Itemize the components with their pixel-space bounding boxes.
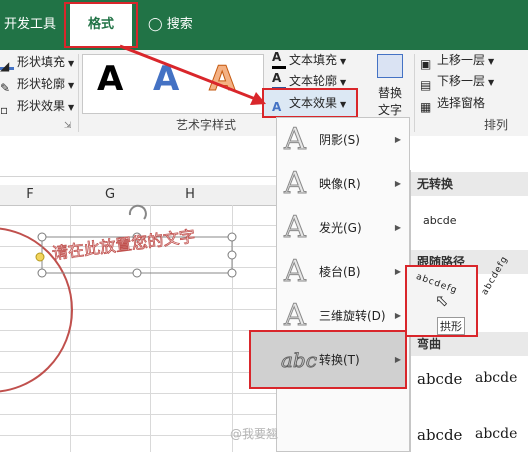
warp-option-3[interactable]: abcde: [417, 426, 462, 444]
reflection-icon: A: [284, 166, 307, 202]
chevron-right-icon: ▶: [394, 355, 401, 364]
menu-item-label: 棱台(B): [319, 265, 361, 279]
menu-item-reflection[interactable]: A 映像(R) ▶: [277, 164, 409, 204]
menu-item-bevel[interactable]: A 棱台(B) ▶: [277, 252, 409, 292]
menu-item-3d-rotation[interactable]: A 三维旋转(D) ▶: [277, 296, 409, 336]
no-transform-header: 无转换: [411, 172, 528, 196]
mouse-cursor-icon: ⬁: [435, 291, 449, 310]
menu-item-transform[interactable]: abc 转换(T) ▶: [277, 340, 409, 380]
chevron-right-icon: ▶: [394, 179, 401, 188]
arch-tooltip: 拱形: [437, 317, 465, 335]
menu-item-shadow[interactable]: A 阴影(S) ▶: [277, 120, 409, 160]
warp-option-2[interactable]: abcde: [475, 370, 517, 386]
rotate-handle-icon[interactable]: [128, 204, 147, 220]
shadow-icon: A: [284, 122, 307, 158]
menu-item-glow[interactable]: A 发光(G) ▶: [277, 208, 409, 248]
transform-icon: abc: [281, 348, 318, 373]
warp-option-4[interactable]: abcde: [475, 426, 517, 442]
menu-item-label: 发光(G): [319, 221, 362, 235]
chevron-right-icon: ▶: [394, 135, 401, 144]
warp-option-1[interactable]: abcde: [417, 370, 462, 388]
menu-item-label: 转换(T): [319, 353, 360, 367]
menu-item-label: 映像(R): [319, 177, 361, 191]
arch-option[interactable]: abcdefg ⬁ 拱形: [405, 265, 478, 337]
adjust-handle[interactable]: [35, 252, 45, 262]
menu-item-label: 阴影(S): [319, 133, 360, 147]
chevron-right-icon: ▶: [394, 311, 401, 320]
3d-rotation-icon: A: [284, 298, 307, 334]
menu-item-label: 三维旋转(D): [319, 309, 386, 323]
chevron-right-icon: ▶: [394, 267, 401, 276]
chevron-right-icon: ▶: [394, 223, 401, 232]
bevel-icon: A: [284, 254, 307, 290]
watermark: @我要翘: [230, 427, 279, 441]
glow-icon: A: [284, 210, 307, 246]
no-transform-option[interactable]: abcde: [423, 214, 457, 227]
